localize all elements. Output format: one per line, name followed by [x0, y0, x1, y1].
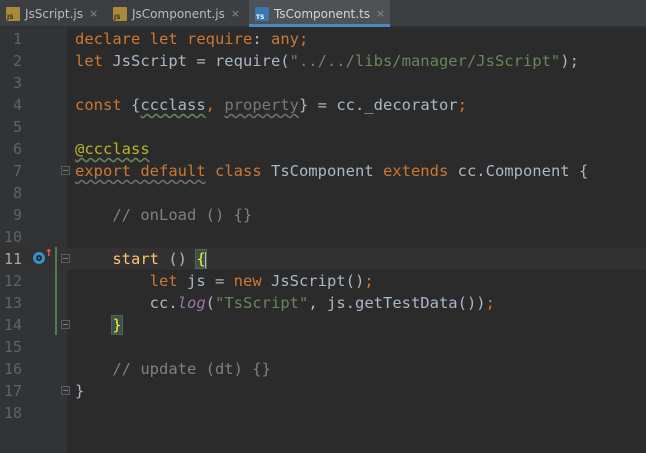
line-number: 4 [12, 96, 22, 114]
fold-icon[interactable] [61, 320, 70, 329]
line-number: 15 [3, 338, 22, 356]
close-tab-icon[interactable]: × [231, 7, 240, 20]
code-token: ccclass [140, 96, 206, 114]
code-line: const {ccclass, property} = cc._decorato… [75, 94, 467, 116]
code-token: log [177, 294, 206, 312]
code-token: @ccclass [75, 140, 150, 158]
line-number: 13 [3, 294, 22, 312]
tab-label: JsComponent.js [132, 6, 225, 21]
code-token: // update (dt) {} [75, 360, 271, 378]
code-token: js = [186, 272, 234, 290]
code-line: export default class TsComponent extends… [75, 160, 588, 182]
line-number: 14 [3, 316, 22, 334]
override-arrow-icon[interactable]: ↑ [45, 246, 53, 260]
js-file-icon: JS [6, 6, 20, 21]
code-token: cc.Component { [457, 162, 589, 180]
code-token: , js.getTestData()) [308, 294, 486, 312]
js-file-icon: JS [113, 6, 127, 21]
code-line: declare let require: any; [75, 28, 308, 50]
code-token: export default [75, 162, 206, 180]
code-line: @ccclass [75, 138, 150, 160]
line-number: 9 [12, 206, 22, 224]
code-token: ; [485, 294, 495, 312]
code-line: start () { [75, 248, 207, 270]
code-token: , [205, 96, 225, 114]
implements-method-icon[interactable] [33, 252, 45, 264]
line-number: 16 [3, 360, 22, 378]
code-token: let [75, 52, 113, 70]
code-token: const [75, 96, 131, 114]
code-token: } = cc._decorator [299, 96, 458, 114]
line-number: 3 [12, 74, 22, 92]
line-number: 12 [3, 272, 22, 290]
code-token: ; [457, 96, 467, 114]
line-number: 7 [12, 162, 22, 180]
fold-icon[interactable] [61, 386, 70, 395]
code-editor[interactable] [67, 27, 646, 453]
line-number: 17 [3, 382, 22, 400]
code-token: // onLoad () {} [75, 206, 253, 224]
code-token: } [75, 382, 85, 400]
code-token: declare let require [75, 30, 253, 48]
code-line: cc.log("TsScript", js.getTestData()); [75, 292, 495, 314]
fold-icon[interactable] [61, 254, 70, 263]
code-line: } [75, 380, 84, 402]
code-token: JsScript() [270, 272, 365, 290]
ts-file-icon: TS [255, 6, 269, 21]
code-token: cc. [75, 294, 178, 312]
editor-tab-bar: JS JsScript.js × JS JsComponent.js × TS … [0, 0, 646, 27]
code-token: TsComponent [270, 162, 383, 180]
code-token: ); [560, 52, 579, 70]
code-line: let js = new JsScript(); [75, 270, 374, 292]
code-token: { [131, 96, 141, 114]
line-number: 2 [12, 52, 22, 70]
code-token: ( [205, 294, 215, 312]
code-token: class [205, 162, 271, 180]
vcs-change-marker [55, 247, 57, 335]
code-line: } [75, 314, 123, 336]
text-caret [204, 251, 207, 268]
line-number: 11 [3, 250, 22, 268]
code-token: new [233, 272, 271, 290]
tab-jscomponent[interactable]: JS JsComponent.js × [107, 0, 247, 27]
code-line: // onLoad () {} [75, 204, 252, 226]
code-token: "../../libs/manager/JsScript" [289, 52, 561, 70]
line-number: 18 [3, 404, 22, 422]
code-line: let JsScript = require("../../libs/manag… [75, 50, 579, 72]
code-token: any [270, 30, 299, 48]
tab-label: TsComponent.ts [274, 6, 371, 21]
tab-tscomponent[interactable]: TS TsComponent.ts × [249, 0, 390, 27]
tab-label: JsScript.js [25, 6, 83, 21]
fold-icon[interactable] [61, 166, 70, 175]
code-token: property [224, 96, 299, 114]
code-token: let [75, 272, 187, 290]
code-token: start [112, 250, 159, 268]
line-number: 6 [12, 140, 22, 158]
code-token: ; [298, 30, 309, 48]
line-number: 8 [12, 184, 22, 202]
code-token: extends [382, 162, 458, 180]
line-number: 5 [12, 118, 22, 136]
close-tab-icon[interactable]: × [376, 7, 385, 20]
code-token: ; [364, 272, 374, 290]
close-tab-icon[interactable]: × [89, 7, 98, 20]
code-token: } [111, 315, 123, 335]
line-number: 10 [3, 228, 22, 246]
code-line: // update (dt) {} [75, 358, 271, 380]
code-token: JsScript = require( [112, 52, 290, 70]
tab-jsscript[interactable]: JS JsScript.js × [0, 0, 104, 27]
code-token: : [252, 30, 271, 48]
code-token: "TsScript" [215, 294, 309, 312]
line-number: 1 [12, 30, 22, 48]
code-token: () [159, 250, 197, 268]
